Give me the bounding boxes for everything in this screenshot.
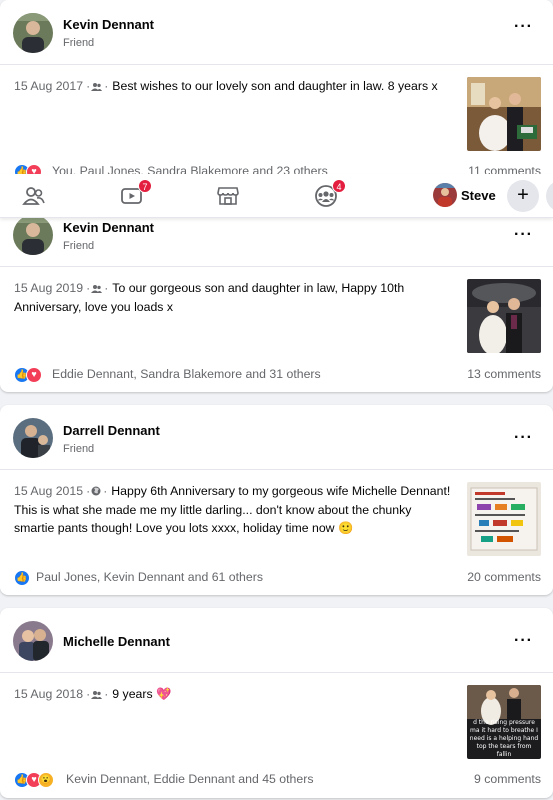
more-options-button[interactable]: ··· xyxy=(514,633,533,649)
post-message: 9 years 💖 xyxy=(112,687,172,701)
post-card: Kevin Dennant Friend ··· 15 Aug 2019 · · To… xyxy=(0,202,553,392)
author-avatar[interactable] xyxy=(13,13,53,53)
watch-badge: 7 xyxy=(138,179,152,193)
reaction-icons[interactable]: 👍 xyxy=(14,569,30,586)
reaction-icons[interactable]: 👍 ♥ xyxy=(14,366,42,383)
love-icon: ♥ xyxy=(26,366,42,383)
more-options-button[interactable]: ··· xyxy=(514,19,533,35)
reactors-summary[interactable]: Paul Jones, Kevin Dennant and 61 others xyxy=(36,570,263,584)
post-date[interactable]: 15 Aug 2019 xyxy=(14,281,83,295)
like-icon: 👍 xyxy=(14,569,30,586)
friends-audience-icon[interactable] xyxy=(91,686,103,704)
post-header: Kevin Dennant Friend ··· xyxy=(0,0,553,65)
friends-audience-icon[interactable] xyxy=(91,280,103,298)
post-text: 15 Aug 2017 · · Best wishes to our lovely s… xyxy=(14,77,454,96)
post-footer: 👍 ♥ Eddie Dennant, Sandra Blakemore and 3… xyxy=(0,363,553,387)
post-photo[interactable] xyxy=(467,482,541,556)
watch-icon[interactable]: 7 xyxy=(120,179,152,207)
menu-button[interactable] xyxy=(546,180,553,212)
groups-badge: 4 xyxy=(332,179,346,193)
author-avatar[interactable] xyxy=(13,621,53,661)
author-avatar[interactable] xyxy=(13,418,53,458)
comments-count[interactable]: 9 comments xyxy=(474,772,541,786)
reactors-summary[interactable]: Eddie Dennant, Sandra Blakemore and 31 o… xyxy=(52,367,321,381)
relationship-label: Friend xyxy=(63,37,95,49)
reaction-icons[interactable]: 👍 ♥ 😮 xyxy=(14,771,54,788)
post-date[interactable]: 15 Aug 2017 xyxy=(14,79,83,93)
post-footer: 👍 Paul Jones, Kevin Dennant and 61 other… xyxy=(0,566,553,590)
top-navigation-bar: 7 4 Steve + xyxy=(0,174,553,218)
post-photo[interactable] xyxy=(467,279,541,353)
post-date[interactable]: 15 Aug 2018 xyxy=(14,687,83,701)
relationship-label: Friend xyxy=(63,240,95,252)
comments-count[interactable]: 20 comments xyxy=(467,570,541,584)
avatar xyxy=(433,183,457,207)
author-avatar[interactable] xyxy=(13,215,53,255)
post-footer: 👍 ♥ 😮 Kevin Dennant, Eddie Dennant and 45 … xyxy=(0,768,553,792)
author-name[interactable]: Michelle Dennant xyxy=(63,634,170,649)
post-photo[interactable]: d the rising pressure ma it hard to brea… xyxy=(467,685,541,759)
more-options-button[interactable]: ··· xyxy=(514,430,533,446)
author-name[interactable]: Darrell Dennant xyxy=(63,423,160,438)
post-card: Kevin Dennant Friend ··· 15 Aug 2017 · · Be… xyxy=(0,0,553,188)
friends-audience-icon[interactable] xyxy=(91,78,103,96)
post-header: Darrell Dennant Friend ··· xyxy=(0,405,553,470)
post-message: Best wishes to our lovely son and daught… xyxy=(112,79,438,93)
post-header: Michelle Dennant ··· xyxy=(0,608,553,673)
profile-name: Steve xyxy=(461,188,496,203)
post-photo[interactable] xyxy=(467,77,541,151)
comments-count[interactable]: 13 comments xyxy=(467,367,541,381)
author-name[interactable]: Kevin Dennant xyxy=(63,220,154,235)
groups-icon[interactable]: 4 xyxy=(314,179,346,207)
post-card: Michelle Dennant ··· 15 Aug 2018 · · 9 year… xyxy=(0,608,553,798)
reactors-summary[interactable]: Kevin Dennant, Eddie Dennant and 45 othe… xyxy=(66,772,313,786)
wow-icon: 😮 xyxy=(38,771,54,788)
post-text: 15 Aug 2018 · · 9 years 💖 xyxy=(14,685,454,704)
post-text: 15 Aug 2019 · · To our gorgeous son and dau… xyxy=(14,280,405,314)
post-card: Darrell Dennant Friend ··· 15 Aug 2015 · ·… xyxy=(0,405,553,595)
post-text: 15 Aug 2015 · · Happy 6th Anniversary to my… xyxy=(14,483,451,535)
relationship-label: Friend xyxy=(63,443,95,455)
author-name[interactable]: Kevin Dennant xyxy=(63,17,154,32)
photo-caption: d the rising pressure ma it hard to brea… xyxy=(469,719,539,758)
marketplace-icon[interactable] xyxy=(216,185,240,207)
post-date[interactable]: 15 Aug 2015 xyxy=(14,484,83,498)
globe-icon[interactable] xyxy=(91,483,101,501)
create-button[interactable]: + xyxy=(507,180,539,212)
more-options-button[interactable]: ··· xyxy=(514,227,533,243)
friends-icon[interactable] xyxy=(22,185,46,207)
